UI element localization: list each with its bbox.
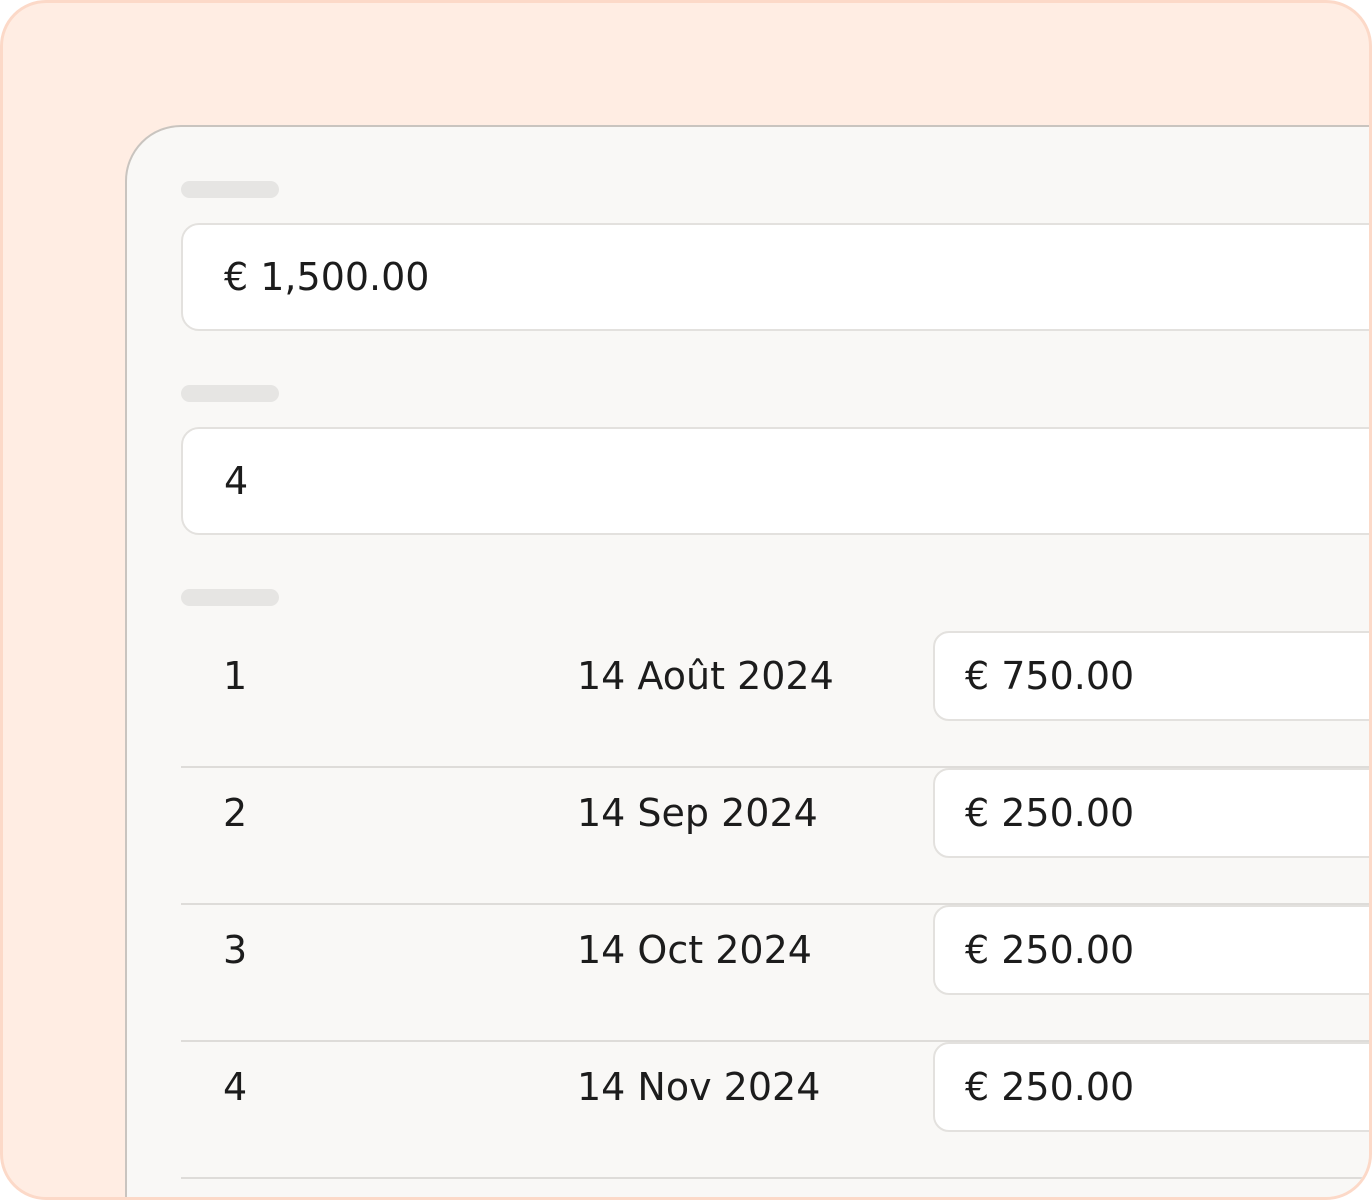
- installment-amount-field[interactable]: € 250.00: [933, 905, 1369, 995]
- installment-form-panel: € 1,500.00 4 1 14 Août 2024 € 750.00 2 1…: [125, 125, 1369, 1197]
- installment-date: 14 Août 2024: [577, 654, 834, 698]
- schedule-row: 4 14 Nov 2024 € 250.00: [181, 1042, 1369, 1179]
- installment-date: 14 Sep 2024: [577, 791, 818, 835]
- total-amount-label-placeholder: [181, 181, 279, 198]
- installment-amount-field[interactable]: € 250.00: [933, 768, 1369, 858]
- schedule-label-placeholder: [181, 589, 279, 606]
- schedule-row: 2 14 Sep 2024 € 250.00: [181, 768, 1369, 905]
- installment-amount-value: € 250.00: [965, 791, 1135, 835]
- installment-amount-field[interactable]: € 250.00: [933, 1042, 1369, 1132]
- installment-date: 14 Oct 2024: [577, 928, 812, 972]
- installment-number: 2: [223, 791, 248, 835]
- schedule-row: 1 14 Août 2024 € 750.00: [181, 631, 1369, 768]
- installment-amount-value: € 250.00: [965, 1065, 1135, 1109]
- background-frame: € 1,500.00 4 1 14 Août 2024 € 750.00 2 1…: [0, 0, 1372, 1200]
- installment-amount-value: € 750.00: [965, 654, 1135, 698]
- installment-amount-value: € 250.00: [965, 928, 1135, 972]
- installment-amount-field[interactable]: € 750.00: [933, 631, 1369, 721]
- installment-count-value: 4: [224, 459, 249, 503]
- schedule-row: 3 14 Oct 2024 € 250.00: [181, 905, 1369, 1042]
- total-amount-value: € 1,500.00: [224, 255, 430, 299]
- installment-number: 4: [223, 1065, 248, 1109]
- installment-number: 3: [223, 928, 248, 972]
- total-amount-field[interactable]: € 1,500.00: [181, 223, 1369, 331]
- installment-date: 14 Nov 2024: [577, 1065, 821, 1109]
- installment-number: 1: [223, 654, 248, 698]
- installment-count-label-placeholder: [181, 385, 279, 402]
- installment-count-field[interactable]: 4: [181, 427, 1369, 535]
